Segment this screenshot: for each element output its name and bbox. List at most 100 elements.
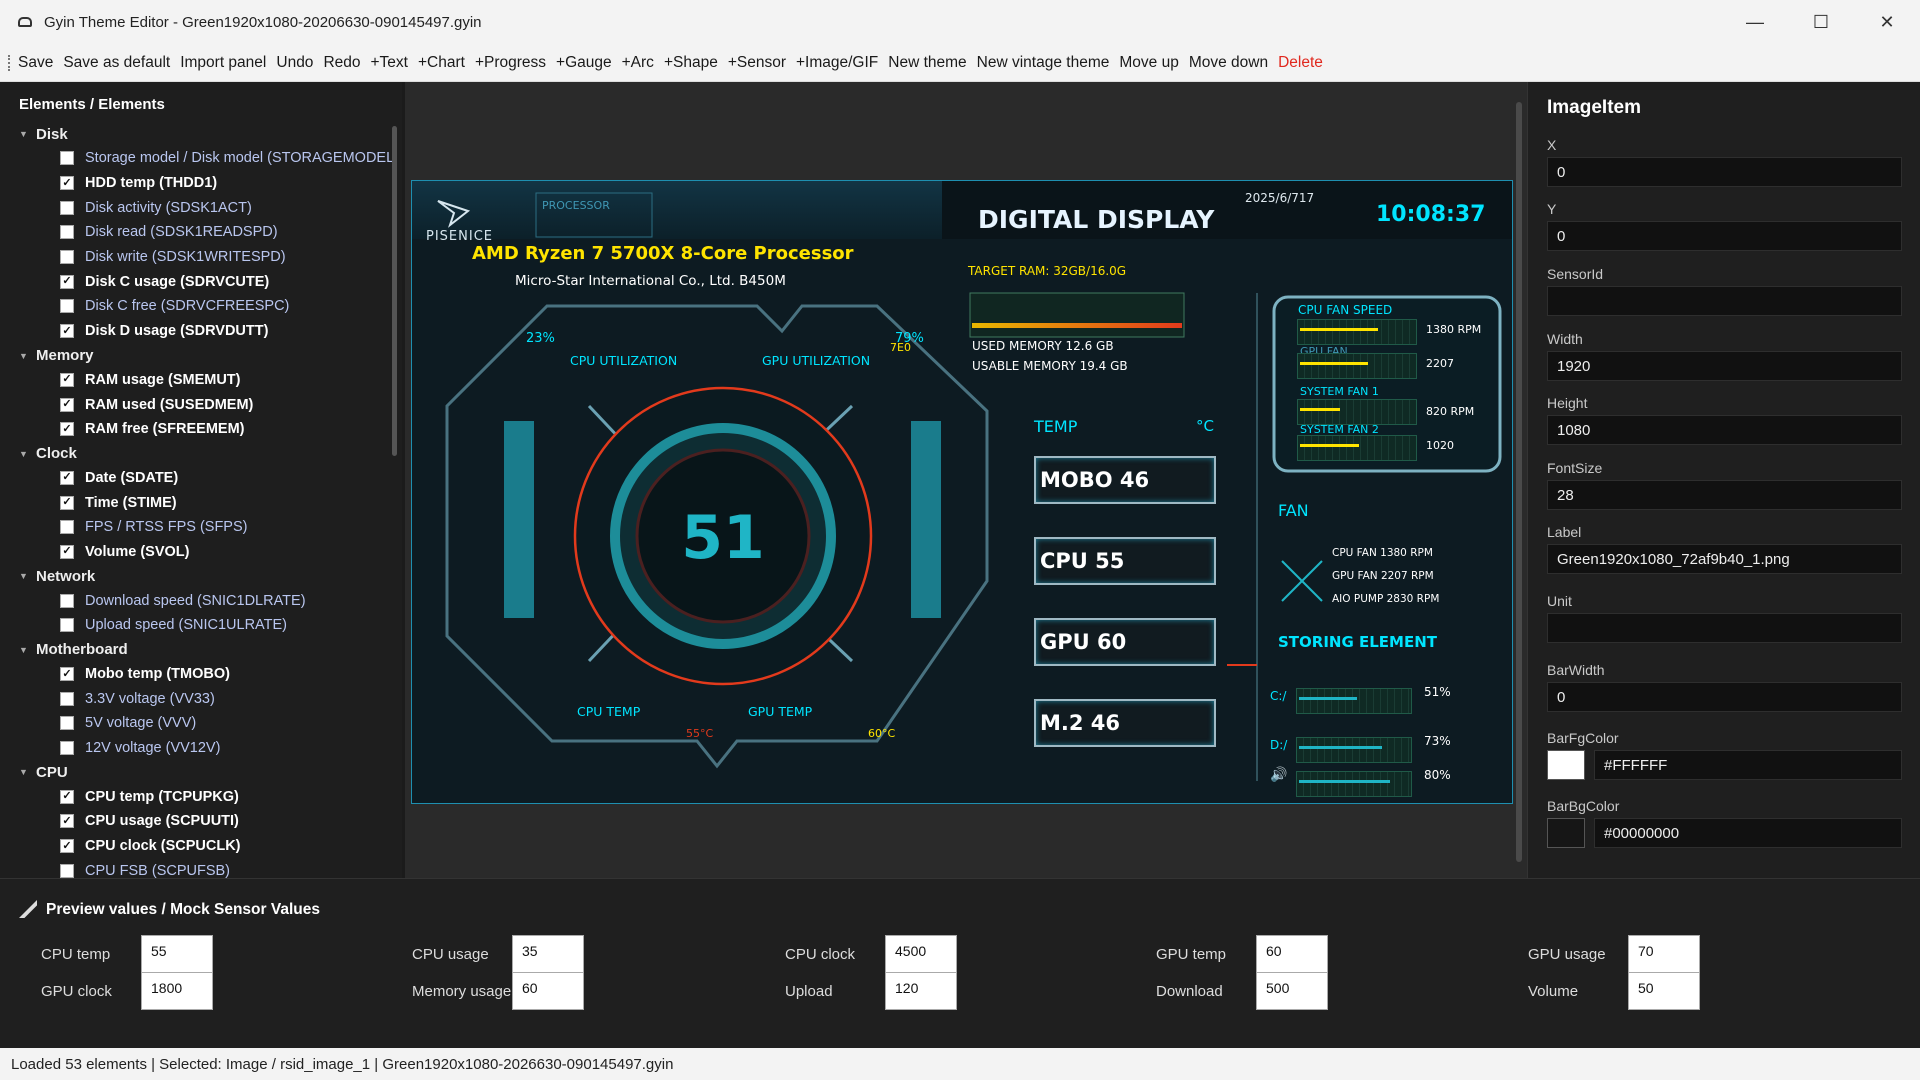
barbg-color-swatch[interactable]: [1547, 818, 1585, 848]
prop-barfgcolor-input[interactable]: #FFFFFF: [1594, 750, 1902, 780]
checkbox-checked[interactable]: ✓: [60, 667, 74, 682]
checkbox-unchecked[interactable]: [60, 225, 74, 240]
tree-group-network[interactable]: ▼ Network: [0, 564, 402, 588]
add-progress-button[interactable]: +Progress: [470, 54, 551, 72]
mock-download-input[interactable]: 500: [1256, 972, 1328, 1010]
checkbox-checked[interactable]: ✓: [60, 470, 74, 485]
tree-item[interactable]: ✓ RAM usage (SMEMUT): [0, 368, 402, 393]
mock-gpu-clock-input[interactable]: 1800: [141, 972, 213, 1010]
collapse-icon[interactable]: [19, 900, 37, 918]
tree-group-memory[interactable]: ▼ Memory: [0, 344, 402, 368]
minimize-button[interactable]: —: [1722, 0, 1788, 44]
prop-barbgcolor-input[interactable]: #00000000: [1594, 818, 1902, 848]
checkbox-unchecked[interactable]: [60, 618, 74, 633]
prop-y-input[interactable]: 0: [1547, 221, 1902, 251]
tree-item[interactable]: Upload speed (SNIC1ULRATE): [0, 613, 402, 638]
checkbox-unchecked[interactable]: [60, 593, 74, 608]
import-panel-button[interactable]: Import panel: [175, 54, 271, 72]
mock-volume-input[interactable]: 50: [1628, 972, 1700, 1010]
checkbox-unchecked[interactable]: [60, 200, 74, 215]
tree-item[interactable]: Storage model / Disk model (STORAGEMODEL: [0, 146, 402, 171]
add-chart-button[interactable]: +Chart: [413, 54, 470, 72]
tree-item[interactable]: ✓ Disk D usage (SDRVDUTT): [0, 319, 402, 344]
checkbox-checked[interactable]: ✓: [60, 422, 74, 437]
checkbox-unchecked[interactable]: [60, 863, 74, 878]
tree-item[interactable]: Disk activity (SDSK1ACT): [0, 195, 402, 220]
tree-item[interactable]: 3.3V voltage (VV33): [0, 686, 402, 711]
prop-height-input[interactable]: 1080: [1547, 415, 1902, 445]
toolbar-grip[interactable]: [8, 54, 11, 71]
checkbox-checked[interactable]: ✓: [60, 839, 74, 854]
new-vintage-theme-button[interactable]: New vintage theme: [972, 54, 1115, 72]
tree-item[interactable]: ✓ CPU clock (SCPUCLK): [0, 834, 402, 859]
tree-item[interactable]: 12V voltage (VV12V): [0, 736, 402, 761]
checkbox-checked[interactable]: ✓: [60, 324, 74, 339]
tree-item[interactable]: Disk C free (SDRVCFREESPC): [0, 294, 402, 319]
checkbox-unchecked[interactable]: [60, 250, 74, 265]
tree-group-clock[interactable]: ▼ Clock: [0, 442, 402, 466]
add-image-gif-button[interactable]: +Image/GIF: [791, 54, 883, 72]
tree-item[interactable]: Download speed (SNIC1DLRATE): [0, 588, 402, 613]
tree-item[interactable]: FPS / RTSS FPS (SFPS): [0, 515, 402, 540]
tree-item[interactable]: ✓ Time (STIME): [0, 490, 402, 515]
tree-item[interactable]: Disk write (SDSK1WRITESPD): [0, 245, 402, 270]
move-up-button[interactable]: Move up: [1114, 54, 1183, 72]
checkbox-unchecked[interactable]: [60, 299, 74, 314]
tree-item[interactable]: ✓ Date (SDATE): [0, 466, 402, 491]
barfg-color-swatch[interactable]: [1547, 750, 1585, 780]
chevron-down-icon[interactable]: ▼: [19, 767, 28, 777]
checkbox-checked[interactable]: ✓: [60, 495, 74, 510]
mock-cpu-clock-input[interactable]: 4500: [885, 935, 957, 973]
elements-scrollbar[interactable]: [392, 126, 397, 456]
add-text-button[interactable]: +Text: [366, 54, 413, 72]
tree-item[interactable]: ✓ Volume (SVOL): [0, 540, 402, 565]
save-button[interactable]: Save: [13, 54, 58, 72]
tree-item[interactable]: ✓ RAM free (SFREEMEM): [0, 417, 402, 442]
tree-item[interactable]: ✓ Disk C usage (SDRVCUTE): [0, 269, 402, 294]
undo-button[interactable]: Undo: [271, 54, 318, 72]
prop-label-input[interactable]: Green1920x1080_72af9b40_1.png: [1547, 544, 1902, 574]
mock-gpu-temp-input[interactable]: 60: [1256, 935, 1328, 973]
chevron-down-icon[interactable]: ▼: [19, 449, 28, 459]
tree-group-disk[interactable]: ▼ Disk: [0, 122, 402, 146]
checkbox-unchecked[interactable]: [60, 151, 74, 166]
redo-button[interactable]: Redo: [318, 54, 365, 72]
checkbox-checked[interactable]: ✓: [60, 544, 74, 559]
checkbox-checked[interactable]: ✓: [60, 814, 74, 829]
prop-unit-input[interactable]: [1547, 613, 1902, 643]
tree-item[interactable]: ✓ CPU usage (SCPUUTI): [0, 809, 402, 834]
tree-item[interactable]: 5V voltage (VVV): [0, 711, 402, 736]
tree-item[interactable]: Disk read (SDSK1READSPD): [0, 220, 402, 245]
tree-item[interactable]: CPU FSB (SCPUFSB): [0, 859, 402, 878]
mock-upload-input[interactable]: 120: [885, 972, 957, 1010]
prop-fontsize-input[interactable]: 28: [1547, 480, 1902, 510]
checkbox-unchecked[interactable]: [60, 741, 74, 756]
checkbox-checked[interactable]: ✓: [60, 789, 74, 804]
add-gauge-button[interactable]: +Gauge: [551, 54, 617, 72]
add-sensor-button[interactable]: +Sensor: [723, 54, 791, 72]
mock-cpu-temp-input[interactable]: 55: [141, 935, 213, 973]
mock-gpu-usage-input[interactable]: 70: [1628, 935, 1700, 973]
prop-width-input[interactable]: 1920: [1547, 351, 1902, 381]
tree-item[interactable]: ✓ HDD temp (THDD1): [0, 171, 402, 196]
tree-item[interactable]: ✓ RAM used (SUSEDMEM): [0, 392, 402, 417]
prop-sensorid-input[interactable]: [1547, 286, 1902, 316]
checkbox-checked[interactable]: ✓: [60, 372, 74, 387]
move-down-button[interactable]: Move down: [1184, 54, 1273, 72]
checkbox-unchecked[interactable]: [60, 716, 74, 731]
dashboard-preview[interactable]: PISENICE PROCESSOR AMD Ryzen 7 5700X 8-C…: [411, 180, 1513, 804]
save-as-default-button[interactable]: Save as default: [58, 54, 175, 72]
tree-item[interactable]: ✓ CPU temp (TCPUPKG): [0, 784, 402, 809]
canvas-scrollbar[interactable]: [1516, 102, 1522, 862]
delete-button[interactable]: Delete: [1273, 54, 1328, 72]
tree-group-cpu[interactable]: ▼ CPU: [0, 760, 402, 784]
checkbox-checked[interactable]: ✓: [60, 274, 74, 289]
chevron-down-icon[interactable]: ▼: [19, 351, 28, 361]
checkbox-checked[interactable]: ✓: [60, 176, 74, 191]
prop-barwidth-input[interactable]: 0: [1547, 682, 1902, 712]
tree-item[interactable]: ✓ Mobo temp (TMOBO): [0, 662, 402, 687]
prop-x-input[interactable]: 0: [1547, 157, 1902, 187]
maximize-button[interactable]: ☐: [1788, 0, 1854, 44]
add-shape-button[interactable]: +Shape: [659, 54, 723, 72]
close-button[interactable]: ✕: [1854, 0, 1920, 44]
